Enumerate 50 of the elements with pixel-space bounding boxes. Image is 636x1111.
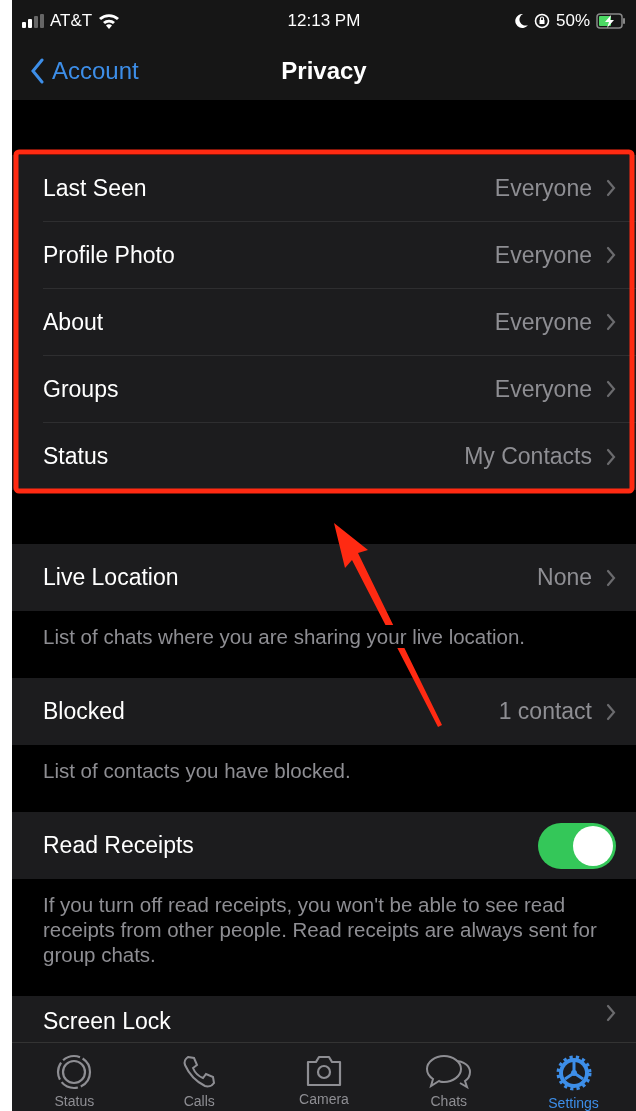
tab-bar-item[interactable]: Camera xyxy=(274,1053,374,1107)
battery-charging-icon xyxy=(596,13,626,29)
row-label: Groups xyxy=(43,374,120,404)
tab-bar-item[interactable]: Chats xyxy=(398,1053,499,1109)
row-value: Everyone xyxy=(494,240,592,270)
camera-icon xyxy=(304,1053,344,1089)
clock-time: 12:13 PM xyxy=(287,10,361,33)
tab-bar-item[interactable]: Settings xyxy=(523,1053,624,1111)
row-value: 1 contact xyxy=(498,697,592,727)
chevron-right-icon xyxy=(606,313,616,331)
chevron-right-icon xyxy=(606,246,616,264)
row-label: Last Seen xyxy=(43,173,148,203)
back-button[interactable]: Account xyxy=(12,53,139,89)
screen-title: Privacy xyxy=(281,56,367,86)
row-label: Screen Lock xyxy=(43,1007,172,1036)
row-label: Blocked xyxy=(43,697,126,727)
row-label: Status xyxy=(43,442,110,472)
row-label: Live Location xyxy=(43,563,180,593)
section-footnote: List of chats where you are sharing your live location. xyxy=(42,624,527,650)
chevron-left-icon xyxy=(30,58,44,84)
row-label: Profile Photo xyxy=(43,240,176,270)
chevron-right-icon xyxy=(606,380,616,398)
settings-row[interactable]: Profile Photo Everyone xyxy=(43,222,636,289)
chevron-right-icon xyxy=(606,702,616,721)
signal-icon xyxy=(22,14,44,28)
row-value: Everyone xyxy=(494,173,592,203)
status-rings-icon xyxy=(55,1053,94,1091)
settings-row[interactable]: Last Seen Everyone xyxy=(43,155,636,222)
chevron-right-icon xyxy=(606,568,616,587)
wifi-icon xyxy=(98,13,121,29)
tab-bar-item[interactable]: Status xyxy=(24,1053,125,1109)
moon-icon xyxy=(513,13,528,29)
row-value: My Contacts xyxy=(464,442,592,472)
row-label: Read Receipts xyxy=(43,831,195,861)
settings-row[interactable]: Status My Contacts xyxy=(43,423,636,490)
rotation-lock-icon xyxy=(533,13,550,29)
row-label: About xyxy=(43,307,105,337)
chevron-right-icon xyxy=(606,179,616,197)
settings-row[interactable]: About Everyone xyxy=(43,289,636,356)
chat-bubbles-icon xyxy=(424,1053,473,1091)
carrier-name: AT&T xyxy=(50,10,93,33)
chevron-right-icon xyxy=(606,447,616,466)
row-value: Everyone xyxy=(494,374,592,404)
tab-bar-item[interactable]: Calls xyxy=(149,1053,250,1109)
row-value: Everyone xyxy=(494,307,592,337)
toggle-switch[interactable] xyxy=(538,822,616,869)
row-value: None xyxy=(537,563,592,593)
chevron-right-icon xyxy=(606,1004,616,1022)
settings-row[interactable]: Groups Everyone xyxy=(43,356,636,423)
battery-percent: 50% xyxy=(555,10,590,33)
